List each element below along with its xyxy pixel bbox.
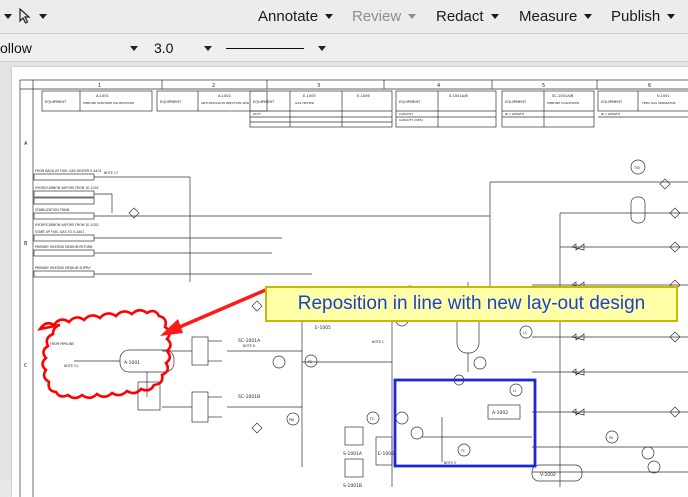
review-menu-label: Review bbox=[352, 7, 402, 25]
header-tag-a1002: A-1002 bbox=[218, 94, 231, 98]
style-value: ollow bbox=[0, 40, 32, 56]
drawing-sheet: 1 2 3 4 5 6 A B C EQUIPMENT A-1001 PIPEL… bbox=[12, 67, 688, 497]
note-1-label: NOTE 1 bbox=[372, 340, 384, 344]
note-5-label: NOTE 5 bbox=[444, 461, 456, 465]
header-equipment-6: EQUIPMENT bbox=[601, 100, 623, 104]
header-capacity: CAPACITY bbox=[399, 112, 414, 116]
measure-menu[interactable]: Measure bbox=[519, 6, 593, 26]
row-label-c: C bbox=[24, 363, 28, 369]
left-line-label-4: HYDROCARBON VAPORS FROM 1E-1002 bbox=[35, 223, 99, 227]
header-equipment-2: EQUIPMENT bbox=[160, 100, 182, 104]
tag-sc1001b: SC-1001B bbox=[238, 394, 260, 400]
header-tag-e1005: E-1005 bbox=[303, 94, 316, 98]
annotation-arrow[interactable] bbox=[160, 287, 269, 336]
pointer-icon bbox=[19, 8, 31, 24]
instrument-tc: TC bbox=[460, 449, 466, 453]
line-width-value: 3.0 bbox=[154, 40, 174, 56]
left-line-label-2: HYDROCARBON VAPORS FROM 1E-1001 bbox=[35, 186, 99, 190]
select-tool-dropdown[interactable] bbox=[18, 6, 47, 26]
from-pipeline-label: FROM PIPELINE bbox=[50, 342, 74, 346]
tag-a1001: A-1001 bbox=[124, 360, 140, 366]
header-duty: DUTY bbox=[253, 112, 261, 116]
redact-menu-label: Redact bbox=[436, 7, 484, 25]
left-line-label-7: PRIMARY HEATING MEDIUM SUPPLY bbox=[35, 266, 91, 270]
instrument-pg: PG bbox=[609, 436, 614, 440]
column-label-1: 1 bbox=[98, 83, 101, 89]
publish-menu-label: Publish bbox=[611, 7, 661, 25]
header-length-6: ID x LENGTH bbox=[601, 112, 620, 116]
tag-e1005: E-1005 bbox=[315, 325, 331, 331]
header-tag-e1006: E-1006 bbox=[357, 94, 370, 98]
note-5-1-label: NOTE 5,1 bbox=[64, 364, 79, 368]
tag-s1001b: S-1001B bbox=[343, 483, 362, 489]
column-label-4: 4 bbox=[437, 83, 440, 89]
instrument-fc: FC bbox=[370, 417, 375, 421]
main-toolbar: Annotate Review Redact Measure Publish bbox=[0, 0, 688, 34]
annotate-menu[interactable]: Annotate bbox=[258, 6, 334, 26]
instrument-lc: LC bbox=[523, 331, 528, 335]
line-width-dropdown[interactable]: 3.0 bbox=[154, 38, 216, 58]
text-callout[interactable]: Reposition in line with new lay-out desi… bbox=[265, 286, 678, 322]
tag-s1001a: S-1001A bbox=[343, 451, 363, 457]
instrument-li: LI bbox=[513, 389, 516, 393]
tag-v1002: V-1002 bbox=[540, 472, 556, 478]
header-desc-a1002: ANTI-EMULSION INJECTION SKID bbox=[201, 101, 250, 105]
left-line-label-1: FROM BACK-UP FUEL GAS HEATER E-4401 bbox=[35, 169, 102, 173]
header-tag-v1001: V-1001 bbox=[657, 94, 670, 98]
header-desc-a1001: PIPELINE ONSHORE PIG RECEIVER bbox=[83, 101, 134, 105]
document-canvas[interactable]: 1 2 3 4 5 6 A B C EQUIPMENT A-1001 PIPEL… bbox=[0, 62, 688, 497]
revision-cloud[interactable] bbox=[37, 308, 172, 400]
header-equipment-3: EQUIPMENT bbox=[253, 100, 275, 104]
publish-menu[interactable]: Publish bbox=[611, 6, 676, 26]
header-length-5: ID x LENGTH bbox=[505, 112, 524, 116]
callout-text: Reposition in line with new lay-out desi… bbox=[297, 293, 646, 314]
header-desc-v1001: FEED GAS SEPARATOR bbox=[642, 101, 676, 105]
header-equipment-5: EQUIPMENT bbox=[505, 100, 527, 104]
row-label-a: A bbox=[24, 141, 28, 147]
line-style-dropdown[interactable] bbox=[226, 38, 330, 58]
header-desc-e1005: GAS HEATER bbox=[295, 101, 314, 105]
column-label-3: 3 bbox=[317, 83, 320, 89]
hand-tool-dropdown[interactable] bbox=[4, 6, 12, 26]
left-line-label-5: START-UP FUEL GAS TO E-4401 bbox=[35, 230, 84, 234]
measure-menu-label: Measure bbox=[519, 7, 578, 25]
review-menu[interactable]: Review bbox=[352, 6, 417, 26]
redact-menu[interactable]: Redact bbox=[436, 6, 499, 26]
column-label-6: 6 bbox=[648, 83, 651, 89]
note-6-label: NOTE 6 bbox=[243, 344, 255, 348]
annotate-menu-label: Annotate bbox=[258, 7, 319, 25]
column-label-2: 2 bbox=[212, 83, 215, 89]
line-style-preview bbox=[226, 48, 304, 49]
left-line-label-6: PRIMARY HEATING MEDIUM RETURN bbox=[35, 245, 93, 249]
instrument-pdi: PDI bbox=[289, 418, 294, 422]
header-desc-sc1001: PIPELINE COALESCER bbox=[547, 101, 579, 105]
style-dropdown[interactable]: ollow bbox=[0, 38, 142, 58]
pid-drawing: 1 2 3 4 5 6 A B C EQUIPMENT A-1001 PIPEL… bbox=[19, 79, 688, 497]
tag-e1006: E-1006 bbox=[378, 451, 394, 457]
header-capacity-des: CAPACITY (DES) bbox=[399, 118, 423, 122]
header-tag-sc1001: SC-1001A/B bbox=[552, 94, 574, 98]
row-label-b: B bbox=[24, 241, 28, 247]
left-line-label-3: STABILIZATION TRAIN bbox=[35, 208, 70, 212]
header-equipment-4: EQUIPMENT bbox=[399, 100, 421, 104]
header-equipment-1: EQUIPMENT bbox=[45, 100, 67, 104]
tag-a1002: A-1002 bbox=[492, 410, 508, 416]
note-17-label: NOTE 17 bbox=[104, 171, 118, 175]
header-tag-a1001: A-1001 bbox=[96, 94, 109, 98]
header-tag-s1001: S-1001A/B bbox=[449, 94, 468, 98]
column-label-5: 5 bbox=[542, 83, 545, 89]
properties-bar: ollow 3.0 bbox=[0, 34, 688, 62]
instrument-tsv: TSV bbox=[633, 166, 641, 170]
